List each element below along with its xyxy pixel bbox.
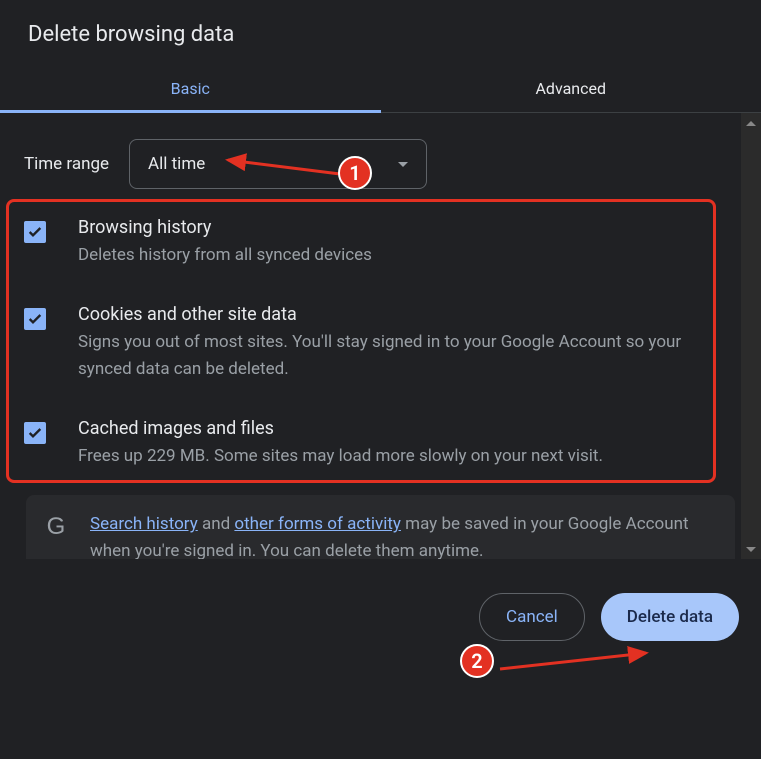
link-other-activity[interactable]: other forms of activity xyxy=(234,514,401,534)
item-title: Browsing history xyxy=(78,217,372,238)
google-account-info: G Search history and other forms of acti… xyxy=(26,495,735,559)
chevron-down-icon xyxy=(398,162,408,167)
item-title: Cookies and other site data xyxy=(78,304,698,325)
tab-advanced[interactable]: Advanced xyxy=(381,67,761,112)
checkbox-cookies[interactable] xyxy=(24,308,46,330)
time-range-dropdown[interactable]: All time xyxy=(129,139,427,189)
scroll-down-button[interactable] xyxy=(741,539,761,559)
scrollbar[interactable] xyxy=(741,113,761,559)
checkmark-icon xyxy=(27,311,43,327)
tab-basic[interactable]: Basic xyxy=(0,67,381,112)
info-text: Search history and other forms of activi… xyxy=(90,511,717,559)
scroll-area: Time range All time Browsing history Del… xyxy=(0,113,761,559)
row-cookies: Cookies and other site data Signs you ou… xyxy=(24,304,737,382)
item-subtitle: Signs you out of most sites. You'll stay… xyxy=(78,329,698,382)
time-range-label: Time range xyxy=(24,154,109,174)
item-subtitle: Deletes history from all synced devices xyxy=(78,242,372,268)
row-browsing-history: Browsing history Deletes history from al… xyxy=(24,217,737,268)
item-title: Cached images and files xyxy=(78,418,603,439)
delete-data-button[interactable]: Delete data xyxy=(601,593,739,641)
delete-browsing-data-dialog: Delete browsing data Basic Advanced Time… xyxy=(0,0,761,759)
time-range-row: Time range All time xyxy=(0,113,761,189)
checkbox-list: Browsing history Deletes history from al… xyxy=(0,189,761,469)
row-cached: Cached images and files Frees up 229 MB.… xyxy=(24,418,737,469)
checkbox-cached[interactable] xyxy=(24,422,46,444)
dialog-title: Delete browsing data xyxy=(0,0,761,67)
checkmark-icon xyxy=(27,224,43,240)
link-search-history[interactable]: Search history xyxy=(90,514,198,534)
annotation-badge-2: 2 xyxy=(460,644,494,678)
checkbox-browsing-history[interactable] xyxy=(24,221,46,243)
time-range-value: All time xyxy=(148,154,205,174)
arrow-down-icon xyxy=(746,547,756,552)
google-icon: G xyxy=(44,513,68,541)
item-subtitle: Frees up 229 MB. Some sites may load mor… xyxy=(78,443,603,469)
checkmark-icon xyxy=(27,425,43,441)
dialog-footer: Cancel Delete data xyxy=(0,563,761,759)
cancel-button[interactable]: Cancel xyxy=(479,593,585,641)
annotation-badge-1: 1 xyxy=(338,156,372,190)
tabs: Basic Advanced xyxy=(0,67,761,113)
arrow-up-icon xyxy=(746,121,756,126)
scroll-up-button[interactable] xyxy=(741,113,761,133)
